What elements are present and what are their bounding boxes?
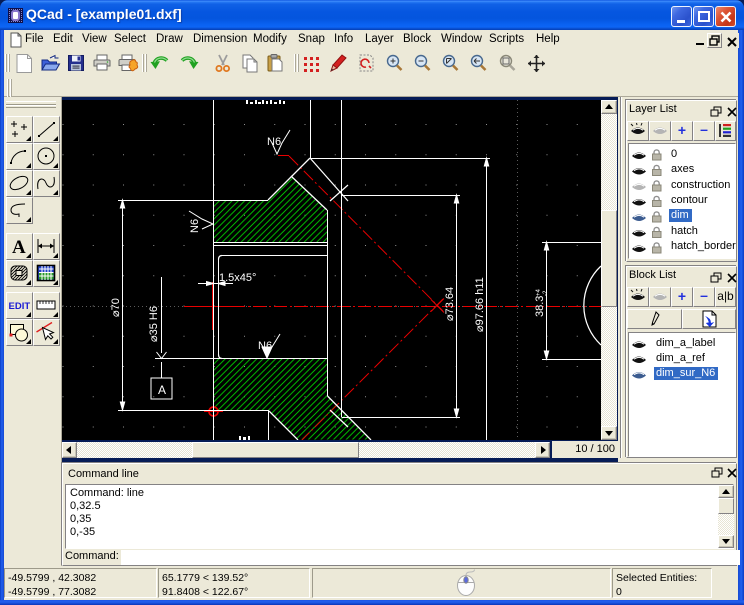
svg-text:N6: N6 — [267, 136, 281, 148]
svg-text:A: A — [158, 383, 166, 397]
svg-text:-2: -2 — [543, 290, 549, 296]
svg-text:38.3: 38.3 — [534, 296, 546, 317]
svg-text:⌀35 H6: ⌀35 H6 — [148, 306, 160, 342]
svg-text:A: A — [12, 237, 26, 258]
svg-text:+4: +4 — [536, 288, 542, 296]
svg-text:⌀70: ⌀70 — [110, 298, 122, 317]
svg-text:N6: N6 — [189, 219, 201, 233]
svg-text:EDIT: EDIT — [9, 301, 31, 312]
svg-text:⌀97.66 h11: ⌀97.66 h11 — [474, 277, 486, 332]
svg-text:N6: N6 — [258, 340, 272, 352]
svg-text:⌀73.64: ⌀73.64 — [444, 287, 456, 321]
svg-text:1.5x45°: 1.5x45° — [219, 272, 256, 284]
